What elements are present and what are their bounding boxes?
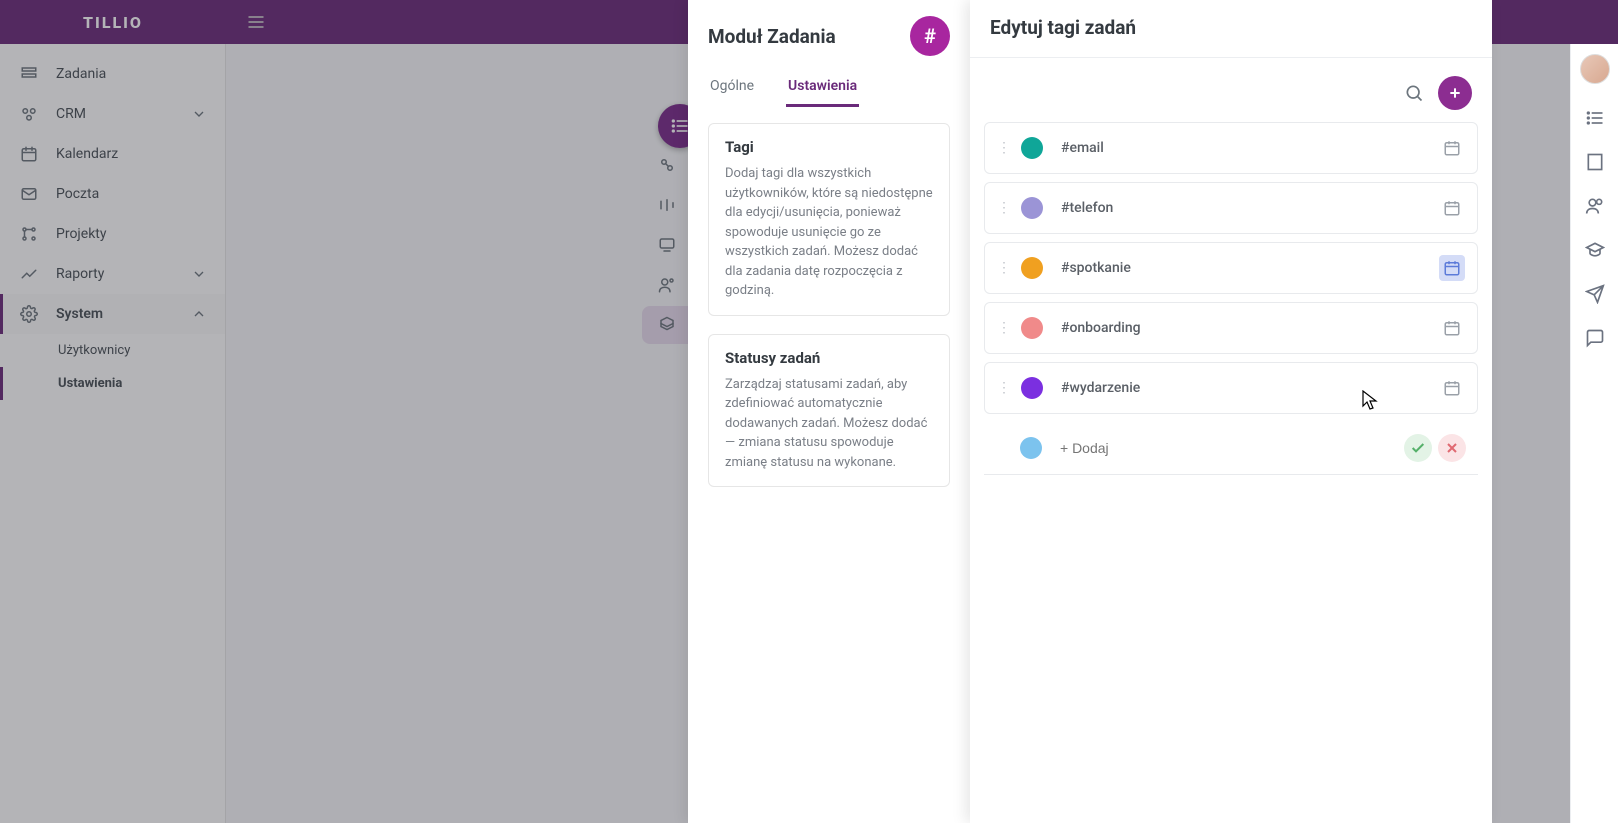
rail-graduation-button[interactable] xyxy=(1585,240,1605,260)
tag-row[interactable]: ⋮ #wydarzenie xyxy=(984,362,1478,414)
tags-list: ⋮ #email ⋮ #telefon ⋮ #spotkanie ⋮ #onbo… xyxy=(970,122,1492,414)
new-tag-row xyxy=(984,422,1478,475)
tag-name: #telefon xyxy=(1061,200,1113,216)
module-tasks-panel: Moduł Zadania # Ogólne Ustawienia Tagi Dod… xyxy=(688,0,970,823)
tag-calendar-toggle[interactable] xyxy=(1439,195,1465,221)
hash-badge: # xyxy=(910,16,950,56)
settings-card[interactable]: Tagi Dodaj tagi dla wszystkich użytkownik… xyxy=(708,123,950,316)
drag-handle[interactable]: ⋮ xyxy=(997,320,1021,336)
new-tag-input[interactable] xyxy=(1060,440,1398,456)
tag-name: #onboarding xyxy=(1061,320,1141,336)
rail-chat-button[interactable] xyxy=(1585,328,1605,348)
tag-name: #email xyxy=(1061,140,1104,156)
drag-handle[interactable]: ⋮ xyxy=(997,140,1021,156)
calendar-icon xyxy=(1443,319,1461,337)
calendar-icon xyxy=(1443,199,1461,217)
rail-users-button[interactable] xyxy=(1585,196,1605,216)
tag-name: #wydarzenie xyxy=(1061,380,1140,396)
search-icon xyxy=(1404,83,1424,103)
plus-icon xyxy=(1447,85,1463,101)
calendar-icon xyxy=(1443,379,1461,397)
new-tag-color-swatch[interactable] xyxy=(1020,437,1042,459)
tag-row[interactable]: ⋮ #telefon xyxy=(984,182,1478,234)
tag-calendar-toggle[interactable] xyxy=(1439,375,1465,401)
panel1-body: Tagi Dodaj tagi dla wszystkich użytkownik… xyxy=(688,107,970,521)
calendar-icon xyxy=(1443,139,1461,157)
check-icon xyxy=(1410,440,1426,456)
settings-card[interactable]: Statusy zadań Zarządzaj statusami zadań, … xyxy=(708,334,950,488)
search-button[interactable] xyxy=(1404,83,1424,103)
rail-send-button[interactable] xyxy=(1585,284,1605,304)
user-avatar[interactable] xyxy=(1580,54,1610,84)
chat-icon xyxy=(1585,328,1605,348)
card-title: Tagi xyxy=(725,138,933,156)
tag-row[interactable]: ⋮ #onboarding xyxy=(984,302,1478,354)
tag-color-swatch[interactable] xyxy=(1021,257,1043,279)
tag-color-swatch[interactable] xyxy=(1021,377,1043,399)
card-title: Statusy zadań xyxy=(725,349,933,367)
card-text: Zarządzaj statusami zadań, aby zdefiniow… xyxy=(725,375,933,473)
edit-tags-panel: Edytuj tagi zadań ⋮ #email ⋮ #telefon ⋮ … xyxy=(970,0,1492,823)
panel1-tabs: Ogólne Ustawienia xyxy=(688,68,970,107)
users-icon xyxy=(1585,196,1605,216)
rail-building-button[interactable] xyxy=(1585,152,1605,172)
confirm-add-button[interactable] xyxy=(1404,434,1432,462)
panel1-tab-ustawienia[interactable]: Ustawienia xyxy=(786,68,859,107)
graduation-icon xyxy=(1585,240,1605,260)
panel1-title: Moduł Zadania xyxy=(708,25,836,48)
drag-handle[interactable]: ⋮ xyxy=(997,200,1021,216)
tag-name: #spotkanie xyxy=(1061,260,1131,276)
panel1-tab-ogólne[interactable]: Ogólne xyxy=(708,68,756,107)
cancel-add-button[interactable] xyxy=(1438,434,1466,462)
list-icon xyxy=(1585,108,1605,128)
right-rail xyxy=(1570,44,1618,823)
calendar-icon xyxy=(1443,259,1461,277)
tag-color-swatch[interactable] xyxy=(1021,197,1043,219)
panel2-title: Edytuj tagi zadań xyxy=(990,16,1472,39)
tag-calendar-toggle[interactable] xyxy=(1439,255,1465,281)
add-tag-button[interactable] xyxy=(1438,76,1472,110)
tag-row[interactable]: ⋮ #spotkanie xyxy=(984,242,1478,294)
tag-row[interactable]: ⋮ #email xyxy=(984,122,1478,174)
card-text: Dodaj tagi dla wszystkich użytkowników, … xyxy=(725,164,933,301)
rail-list-button[interactable] xyxy=(1585,108,1605,128)
tag-calendar-toggle[interactable] xyxy=(1439,135,1465,161)
x-icon xyxy=(1444,440,1460,456)
paper-plane-icon xyxy=(1585,284,1605,304)
building-icon xyxy=(1585,152,1605,172)
tag-color-swatch[interactable] xyxy=(1021,317,1043,339)
tag-color-swatch[interactable] xyxy=(1021,137,1043,159)
tag-calendar-toggle[interactable] xyxy=(1439,315,1465,341)
drag-handle[interactable]: ⋮ xyxy=(997,380,1021,396)
drag-handle[interactable]: ⋮ xyxy=(997,260,1021,276)
